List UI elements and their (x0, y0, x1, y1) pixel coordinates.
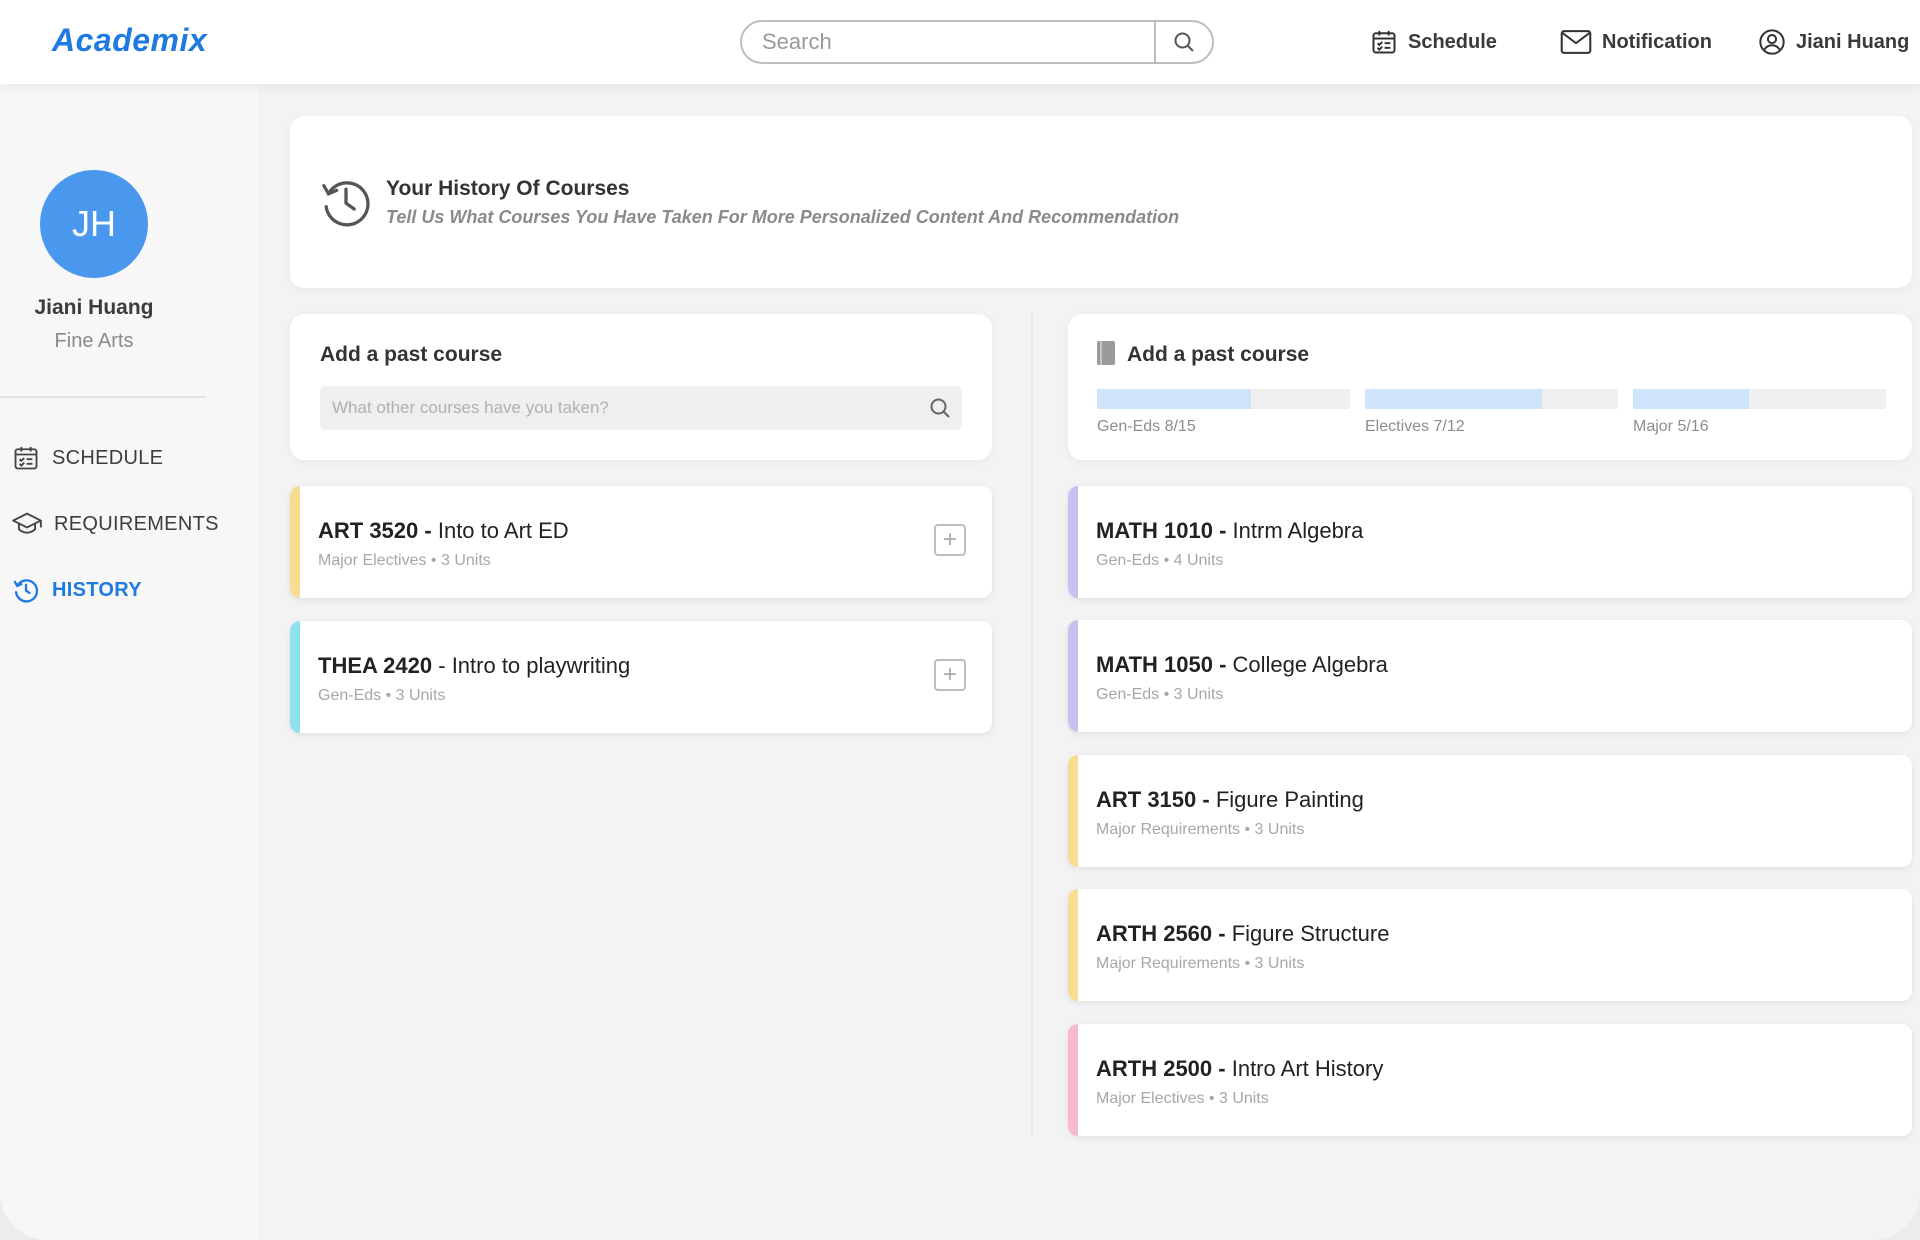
progress-gen-eds (1097, 389, 1350, 409)
top-header: Academix Schedule N (0, 0, 1920, 84)
search-button[interactable] (1154, 22, 1212, 62)
progress-fill (1633, 389, 1750, 409)
past-course-search-button[interactable] (918, 396, 962, 420)
graduation-cap-icon (12, 512, 42, 534)
course-meta: Gen-Eds • 4 Units (1096, 552, 1224, 569)
add-course-button[interactable]: + (934, 659, 966, 691)
past-course-input[interactable] (320, 398, 918, 418)
calendar-icon (1372, 30, 1396, 54)
course-meta: Major Electives • 3 Units (318, 552, 491, 569)
search-icon (930, 398, 950, 418)
progress-fill (1365, 389, 1543, 409)
taken-course-card[interactable]: ARTH 2560 - Figure Structure Major Requi… (1068, 889, 1912, 1001)
sidebar-divider (0, 396, 206, 398)
nav-user[interactable]: Jiani Huang (1758, 26, 1909, 58)
add-course-title: Add a past course (320, 343, 503, 366)
taken-course-card[interactable]: MATH 1010 - Intrm Algebra Gen-Eds • 4 Un… (1068, 486, 1912, 598)
course-title: ART 3520 - Into to Art ED (318, 518, 569, 543)
progress-electives-label: Electives 7/12 (1365, 418, 1465, 435)
sidebar-item-schedule[interactable]: SCHEDULE (12, 442, 163, 474)
category-color-bar (1068, 889, 1078, 1001)
avatar[interactable]: JH (40, 170, 148, 278)
course-title: THEA 2420 - Intro to playwriting (318, 653, 631, 678)
column-divider (1031, 314, 1033, 1136)
progress-major-label: Major 5/16 (1633, 418, 1709, 435)
progress-fill (1097, 389, 1252, 409)
banner-title: Your History Of Courses (386, 177, 630, 200)
course-title: ARTH 2560 - Figure Structure (1096, 921, 1390, 946)
course-meta: Major Electives • 3 Units (1096, 1090, 1269, 1107)
suggested-course-card[interactable]: ART 3520 - Into to Art ED Major Elective… (290, 486, 992, 598)
category-color-bar (1068, 1024, 1078, 1136)
history-icon (13, 579, 39, 603)
category-color-bar (290, 621, 300, 733)
search-input[interactable] (742, 22, 1154, 62)
book-icon (1097, 341, 1115, 365)
logo[interactable]: Academix (52, 22, 207, 59)
taken-course-card[interactable]: MATH 1050 - College Algebra Gen-Eds • 3 … (1068, 620, 1912, 732)
category-color-bar (290, 486, 300, 598)
nav-notification[interactable]: Notification (1560, 26, 1712, 58)
calendar-icon (14, 446, 38, 470)
past-course-search (320, 386, 962, 430)
course-title: ART 3150 - Figure Painting (1096, 787, 1364, 812)
profile-major: Fine Arts (54, 330, 134, 352)
category-color-bar (1068, 486, 1078, 598)
plus-icon: + (942, 661, 957, 688)
course-title: MATH 1010 - Intrm Algebra (1096, 518, 1364, 543)
banner-subtitle: Tell Us What Courses You Have Taken For … (386, 207, 1180, 227)
sidebar-item-label: HISTORY (52, 578, 142, 601)
suggested-course-card[interactable]: THEA 2420 - Intro to playwriting Gen-Eds… (290, 621, 992, 733)
course-title: ARTH 2500 - Intro Art History (1096, 1056, 1384, 1081)
progress-panel (1068, 314, 1912, 460)
global-search (740, 20, 1214, 64)
progress-title: Add a past course (1127, 343, 1310, 366)
search-icon (1174, 32, 1194, 52)
sidebar-item-label: SCHEDULE (52, 446, 164, 469)
course-meta: Gen-Eds • 3 Units (1096, 686, 1224, 703)
nav-notification-label: Notification (1602, 30, 1712, 53)
nav-schedule-label: Schedule (1408, 30, 1497, 53)
course-meta: Gen-Eds • 3 Units (318, 687, 446, 704)
category-color-bar (1068, 755, 1078, 867)
course-meta: Major Requirements • 3 Units (1096, 821, 1305, 838)
taken-course-card[interactable]: ARTH 2500 - Intro Art History Major Elec… (1068, 1024, 1912, 1136)
progress-major (1633, 389, 1886, 409)
taken-course-card[interactable]: ART 3150 - Figure Painting Major Require… (1068, 755, 1912, 867)
sidebar-item-label: REQUIREMENTS (54, 512, 219, 535)
profile-name: Jiani Huang (34, 296, 154, 319)
mail-icon (1560, 30, 1592, 54)
history-banner (290, 116, 1912, 288)
plus-icon: + (942, 526, 957, 553)
history-icon (322, 181, 370, 227)
add-course-button[interactable]: + (934, 524, 966, 556)
user-icon (1759, 29, 1785, 55)
nav-schedule[interactable]: Schedule (1370, 26, 1497, 58)
course-title: MATH 1050 - College Algebra (1096, 652, 1388, 677)
nav-user-label: Jiani Huang (1796, 30, 1910, 53)
app-window: Academix Schedule N (0, 0, 1920, 1240)
sidebar-item-requirements[interactable]: REQUIREMENTS (12, 508, 219, 540)
course-meta: Major Requirements • 3 Units (1096, 955, 1305, 972)
progress-gen-eds-label: Gen-Eds 8/15 (1097, 418, 1196, 435)
category-color-bar (1068, 620, 1078, 732)
sidebar: JH Jiani Huang Fine Arts SCHEDULE REQUIR… (0, 84, 258, 1240)
progress-electives (1365, 389, 1618, 409)
sidebar-item-history[interactable]: HISTORY (12, 574, 142, 606)
